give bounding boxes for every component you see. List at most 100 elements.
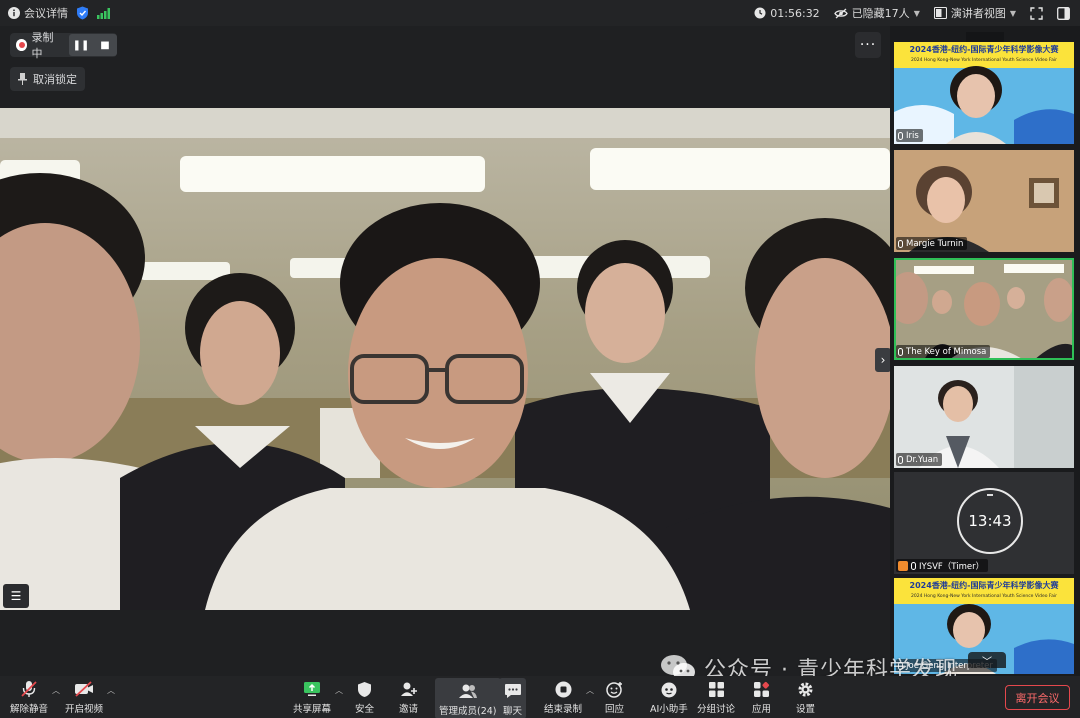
fullscreen-icon[interactable] bbox=[1030, 6, 1043, 20]
mic-icon bbox=[911, 561, 916, 570]
settings-button[interactable]: 设置 bbox=[796, 679, 815, 715]
stop-icon: ■ bbox=[100, 39, 110, 51]
speaker-view-icon bbox=[933, 7, 947, 19]
breakout-rooms-button[interactable]: 分组讨论 bbox=[697, 679, 735, 715]
share-screen-label: 共享屏幕 bbox=[293, 704, 332, 715]
chevron-down-icon: ﹀ bbox=[982, 656, 992, 668]
chevron-up-icon[interactable]: ︿ bbox=[335, 685, 343, 696]
top-bar: 会议详情 01:56:32 已隐藏17人 ▼ 演讲者视图 ▼ bbox=[0, 0, 1080, 26]
hidden-participants-label: 已隐藏17人 bbox=[851, 7, 910, 20]
start-video-button[interactable]: 开启视频 ︿ bbox=[65, 679, 115, 715]
participant-nametag: Iris bbox=[896, 129, 923, 142]
side-panel-icon[interactable] bbox=[1057, 6, 1070, 20]
mic-icon bbox=[898, 455, 903, 464]
main-stage: 录制中 ❚❚ ■ 取消锁定 ··· ☰ › bbox=[0, 26, 891, 676]
end-recording-button[interactable]: 结束录制 ︿ bbox=[544, 679, 594, 715]
rail-scroll-down-button[interactable]: ﹀ bbox=[968, 652, 1006, 668]
participant-nametag: The Key of Mimosa bbox=[896, 345, 991, 358]
timer-tick bbox=[987, 494, 993, 496]
unmute-button[interactable]: 解除静音 ︿ bbox=[10, 679, 60, 715]
network-signal-icon[interactable] bbox=[97, 7, 110, 19]
unpin-button[interactable]: 取消锁定 bbox=[10, 67, 85, 91]
participant-rail: ︿ 2024香港-纽约-国际青少年科学影像大赛 2024 Hong Kong-N… bbox=[890, 26, 1080, 676]
speaker-video bbox=[0, 108, 890, 610]
leave-meeting-label: 离开会议 bbox=[1015, 691, 1060, 705]
meeting-duration: 01:56:32 bbox=[754, 6, 820, 20]
participant-nametag: Dr.Yuan bbox=[896, 453, 943, 466]
end-recording-label: 结束录制 bbox=[544, 704, 583, 715]
settings-label: 设置 bbox=[796, 704, 816, 715]
participant-tile-active[interactable]: The Key of Mimosa bbox=[894, 258, 1074, 360]
apps-label: 应用 bbox=[752, 704, 772, 715]
countdown-timer: 13:43 bbox=[957, 488, 1023, 554]
chevron-up-icon[interactable]: ︿ bbox=[586, 685, 594, 696]
mic-icon bbox=[898, 239, 903, 248]
camera-off-icon bbox=[75, 681, 93, 697]
breakout-icon bbox=[708, 681, 724, 697]
chat-button[interactable]: 聊天 bbox=[499, 678, 527, 718]
meeting-info-label: 会议详情 bbox=[24, 7, 68, 20]
chevron-right-icon: › bbox=[880, 353, 886, 367]
share-screen-icon bbox=[304, 682, 320, 696]
recording-cloud-icon bbox=[16, 39, 28, 51]
user-avatar-icon bbox=[898, 560, 908, 571]
security-shield-icon[interactable] bbox=[76, 6, 89, 20]
share-screen-button[interactable]: 共享屏幕 ︿ bbox=[293, 679, 343, 715]
participant-tile[interactable]: 2024香港-纽约-国际青少年科学影像大赛 2024 Hong Kong-New… bbox=[894, 42, 1074, 144]
participant-list-toggle[interactable]: ☰ bbox=[3, 584, 29, 608]
list-icon: ☰ bbox=[10, 589, 22, 603]
timer-value: 13:43 bbox=[968, 512, 1012, 530]
leave-meeting-button[interactable]: 离开会议 bbox=[1005, 685, 1070, 710]
participant-name: Iris bbox=[906, 130, 919, 141]
hidden-participants-button[interactable]: 已隐藏17人 ▼ bbox=[833, 5, 920, 21]
ai-assistant-label: AI小助手 bbox=[650, 704, 688, 715]
ai-assistant-button[interactable]: AI小助手 bbox=[650, 679, 688, 715]
rail-collapse-button[interactable]: › bbox=[875, 348, 891, 372]
participant-nametag: IYSVF（Timer） bbox=[896, 559, 989, 572]
classroom-video-frame bbox=[0, 108, 890, 610]
apps-button[interactable]: 应用 bbox=[752, 679, 771, 715]
participant-name: Dr.Yuan bbox=[906, 454, 939, 465]
manage-members-button[interactable]: 管理成员(24) bbox=[435, 678, 501, 718]
breakout-rooms-label: 分组讨论 bbox=[697, 704, 736, 715]
participant-tile[interactable]: Margie Turnin bbox=[894, 150, 1074, 252]
stop-recording-button[interactable]: ■ bbox=[93, 34, 117, 56]
chat-icon bbox=[504, 684, 521, 698]
reactions-label: 回应 bbox=[605, 704, 625, 715]
recording-label: 录制中 bbox=[31, 31, 54, 60]
participant-name: IYSVF（Timer） bbox=[919, 561, 985, 572]
members-icon bbox=[458, 684, 477, 698]
invite-button[interactable]: 邀请 bbox=[399, 679, 418, 715]
view-mode-button[interactable]: 演讲者视图 ▼ bbox=[933, 5, 1016, 21]
info-icon bbox=[8, 7, 20, 19]
pause-icon: ❚❚ bbox=[72, 39, 90, 51]
gear-icon bbox=[798, 682, 813, 696]
emoji-icon bbox=[605, 681, 622, 698]
more-dots-icon: ··· bbox=[859, 37, 877, 53]
participant-tile[interactable]: Dr.Yuan bbox=[894, 366, 1074, 468]
chat-label: 聊天 bbox=[503, 706, 523, 717]
unpin-label: 取消锁定 bbox=[33, 73, 77, 86]
chevron-up-icon[interactable]: ︿ bbox=[107, 685, 115, 696]
security-button[interactable]: 安全 bbox=[355, 679, 374, 715]
chevron-down-icon: ▼ bbox=[913, 8, 920, 18]
duration-label: 01:56:32 bbox=[770, 6, 820, 20]
more-options-button[interactable]: ··· bbox=[855, 32, 881, 58]
participant-tile[interactable]: 13:43 IYSVF（Timer） bbox=[894, 472, 1074, 574]
apps-icon bbox=[754, 681, 770, 697]
meeting-info-button[interactable]: 会议详情 bbox=[8, 5, 68, 21]
reactions-button[interactable]: 回应 bbox=[605, 679, 624, 715]
shield-icon bbox=[358, 681, 371, 697]
security-label: 安全 bbox=[355, 704, 375, 715]
start-video-label: 开启视频 bbox=[65, 704, 104, 715]
pin-icon bbox=[18, 73, 27, 85]
recording-indicator: 录制中 ❚❚ ■ bbox=[10, 31, 117, 60]
participant-nametag: Margie Turnin bbox=[896, 237, 968, 250]
participant-name: The Key of Mimosa bbox=[906, 346, 987, 357]
chevron-up-icon[interactable]: ︿ bbox=[52, 685, 60, 696]
pause-recording-button[interactable]: ❚❚ bbox=[69, 34, 93, 56]
mic-icon bbox=[898, 131, 903, 140]
mic-icon bbox=[898, 347, 903, 356]
bottom-toolbar: 解除静音 ︿ 开启视频 ︿ 共享屏幕 ︿ 安全 邀请 管理成员(24) 聊天 结… bbox=[0, 676, 1080, 718]
unmute-label: 解除静音 bbox=[10, 704, 49, 715]
